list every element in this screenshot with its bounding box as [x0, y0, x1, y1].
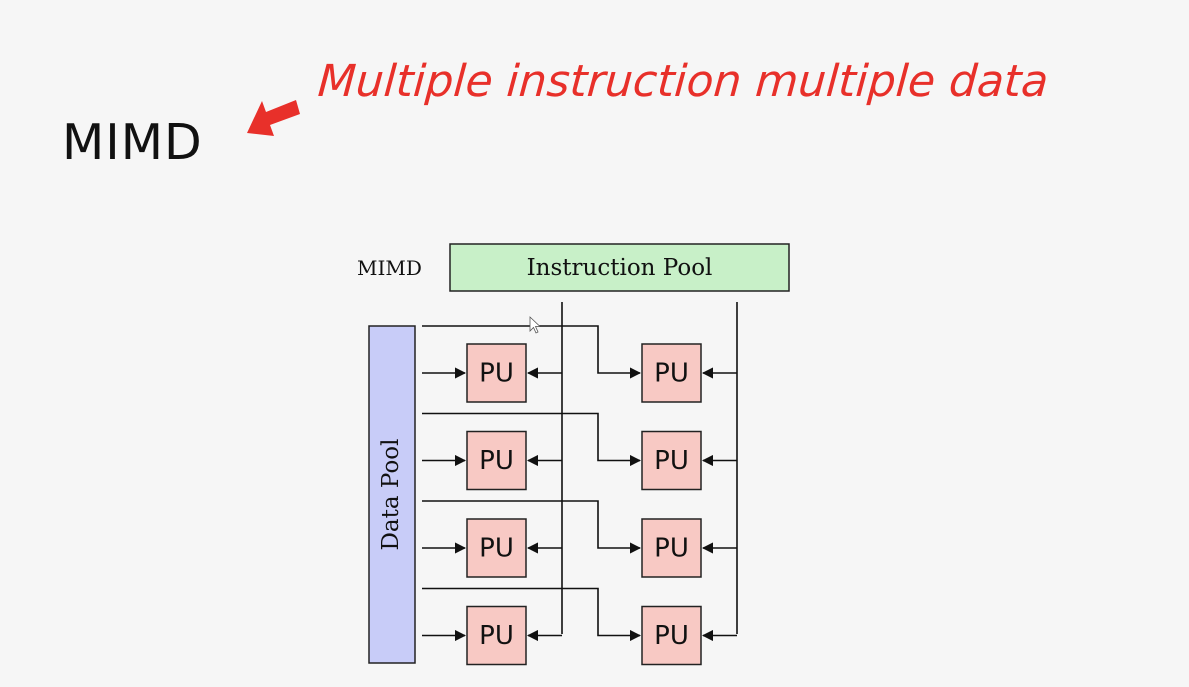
data-route-arrow [422, 325, 642, 379]
processing-unit-label: PU [654, 446, 689, 476]
processing-unit-label: PU [479, 359, 514, 389]
slide: MIMD Multiple instruction multiple data … [0, 0, 1189, 687]
processing-unit: PU [641, 518, 702, 578]
processing-unit: PU [641, 605, 702, 666]
processing-unit-label: PU [479, 621, 514, 651]
processing-unit: PU [641, 343, 702, 403]
processing-unit-label: PU [654, 534, 689, 564]
data-route-arrow [422, 500, 642, 554]
processing-unit: PU [466, 518, 527, 578]
processing-unit-label: PU [479, 446, 514, 476]
mimd-diagram: MIMD Instruction Pool Data Pool PU PUPU PU… [247, 100, 790, 666]
processing-units: PU PU PU PU PU PU PU PU [466, 343, 702, 666]
data-route-arrow [422, 587, 642, 642]
instruction-pool-label: Instruction Pool [527, 255, 713, 281]
processing-unit-label: PU [479, 534, 514, 564]
processing-unit: PU [641, 430, 702, 491]
processing-unit: PU [466, 430, 527, 491]
diagram-side-label: MIMD [357, 256, 422, 280]
processing-unit: PU [466, 343, 527, 403]
annotation-arrow-icon [247, 100, 300, 136]
data-pool-label: Data Pool [378, 438, 404, 550]
data-route-arrow [422, 412, 642, 467]
processing-unit-label: PU [654, 621, 689, 651]
processing-unit-label: PU [654, 359, 689, 389]
processing-unit: PU [466, 605, 527, 666]
mouse-cursor-icon [529, 316, 542, 334]
